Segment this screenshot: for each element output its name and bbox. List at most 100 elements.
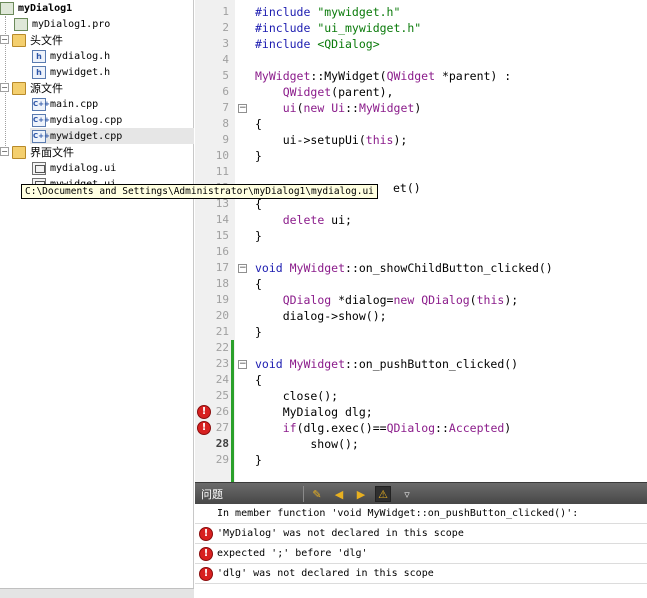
code-line[interactable]: 4 xyxy=(195,52,647,68)
tree-item-label: mydialog.cpp xyxy=(50,114,123,126)
collapse-forms-toggle[interactable]: − xyxy=(0,147,9,156)
code-line[interactable]: 22 xyxy=(195,340,647,356)
collapse-sources-toggle[interactable]: − xyxy=(0,83,9,92)
tree-item-pro-file[interactable]: myDialog1.pro xyxy=(14,16,110,32)
toolbar-separator xyxy=(303,486,304,502)
code-line[interactable]: 9 ui->setupUi(this); xyxy=(195,132,647,148)
line-number: 14 xyxy=(215,213,229,226)
issues-toolbar: 问题 ✎ ◀ ▶ ⚠ ▿ xyxy=(195,482,647,504)
tree-folder-forms[interactable]: 界面文件 xyxy=(12,144,74,160)
code-text: ui(new Ui::MyWidget) xyxy=(255,100,422,116)
previous-issue-icon[interactable]: ◀ xyxy=(331,486,347,502)
next-issue-icon[interactable]: ▶ xyxy=(353,486,369,502)
code-token: ::on_pushButton_clicked() xyxy=(345,357,519,371)
tree-item-mywidget-h[interactable]: h mywidget.h xyxy=(32,64,110,80)
tree-item-main-cpp[interactable]: C++ main.cpp xyxy=(32,96,98,112)
code-line[interactable]: 27! if(dlg.exec()==QDialog::Accepted) xyxy=(195,420,647,436)
line-number: 17 xyxy=(215,261,229,274)
code-line[interactable]: 7− ui(new Ui::MyWidget) xyxy=(195,100,647,116)
code-token: } xyxy=(255,325,262,339)
code-text: #include "ui_mywidget.h" xyxy=(255,20,421,36)
code-text: #include <QDialog> xyxy=(255,36,380,52)
code-line[interactable]: 28 show(); xyxy=(195,436,647,452)
code-line[interactable]: 8{ xyxy=(195,116,647,132)
code-token: ui; xyxy=(324,213,352,227)
code-line[interactable]: 11 xyxy=(195,164,647,180)
line-number: 9 xyxy=(222,133,229,146)
fold-toggle-icon[interactable]: − xyxy=(238,360,247,369)
collapse-headers-toggle[interactable]: − xyxy=(0,35,9,44)
tree-item-mydialog-ui[interactable]: mydialog.ui xyxy=(32,160,116,176)
code-editor[interactable]: 1 #include "mywidget.h" 2 #include "ui_mywi… xyxy=(195,0,647,482)
tree-folder-sources[interactable]: 源文件 xyxy=(12,80,63,96)
code-line[interactable]: 1 #include "mywidget.h" xyxy=(195,4,647,20)
code-token: ( xyxy=(469,293,477,307)
clear-issues-icon[interactable]: ✎ xyxy=(309,486,325,502)
code-line[interactable]: 26! MyDialog dlg; xyxy=(195,404,647,420)
code-line[interactable]: 25 close(); xyxy=(195,388,647,404)
filter-icon[interactable]: ▿ xyxy=(399,486,415,502)
code-line[interactable]: 10} xyxy=(195,148,647,164)
fold-toggle-icon[interactable]: − xyxy=(238,264,247,273)
tree-item-mywidget-cpp[interactable]: C++ mywidget.cpp xyxy=(30,128,194,144)
line-number: 15 xyxy=(215,229,229,242)
issues-list[interactable]: In member function 'void MyWidget::on_pu… xyxy=(195,504,647,598)
code-text: if(dlg.exec()==QDialog::Accepted) xyxy=(255,420,512,436)
code-line[interactable]: 24 { xyxy=(195,372,647,388)
code-line[interactable]: 18 { xyxy=(195,276,647,292)
code-line[interactable]: 5 MyWidget::MyWidget(QWidget *parent) : xyxy=(195,68,647,84)
tree-item-label: 头文件 xyxy=(30,34,63,47)
code-token: :: xyxy=(435,421,449,435)
code-line[interactable]: 6 QWidget(parent), xyxy=(195,84,647,100)
code-text: void MyWidget::on_showChildButton_clicke… xyxy=(255,260,553,276)
code-line[interactable]: 17− void MyWidget::on_showChildButton_cli… xyxy=(195,260,647,276)
tree-project-root[interactable]: myDialog1 xyxy=(0,0,72,16)
code-line[interactable]: 15} xyxy=(195,228,647,244)
folder-icon xyxy=(12,81,26,95)
code-line[interactable]: 23− void MyWidget::on_pushButton_clicked(… xyxy=(195,356,647,372)
code-token: delete xyxy=(282,213,325,227)
code-token: { xyxy=(255,373,262,387)
code-token: QDialog xyxy=(282,293,332,307)
code-token: QWidget xyxy=(386,69,436,83)
line-number: 11 xyxy=(215,165,229,178)
tree-status-bar xyxy=(0,588,194,598)
tree-item-mydialog-h[interactable]: h mydialog.h xyxy=(32,48,110,64)
error-marker-icon[interactable]: ! xyxy=(197,421,211,435)
fold-toggle-icon[interactable]: − xyxy=(238,104,247,113)
tree-item-label: mydialog.h xyxy=(50,50,111,62)
line-number: 5 xyxy=(222,69,229,82)
code-token: et() xyxy=(393,181,421,195)
tree-folder-headers[interactable]: 头文件 xyxy=(12,32,63,48)
issue-row[interactable]: ! expected ';' before 'dlg' xyxy=(195,544,647,564)
code-text: QWidget(parent), xyxy=(255,84,394,100)
code-line[interactable]: 20 dialog->show(); xyxy=(195,308,647,324)
issue-text: 'MyDialog' was not declared in this scop… xyxy=(217,528,464,539)
code-token: MyWidget xyxy=(289,357,346,371)
issue-row[interactable]: ! 'dlg' was not declared in this scope xyxy=(195,564,647,584)
code-line[interactable]: 14 delete ui; xyxy=(195,212,647,228)
code-token: (parent), xyxy=(331,85,394,99)
file-path-tooltip: C:\Documents and Settings\Administrator\… xyxy=(21,184,378,199)
code-line[interactable]: 16 xyxy=(195,244,647,260)
code-line[interactable]: 19 QDialog *dialog=new QDialog(this); xyxy=(195,292,647,308)
code-token: "ui_mywidget.h" xyxy=(317,21,422,35)
line-number: 21 xyxy=(215,325,229,338)
code-line[interactable]: 3 #include <QDialog> xyxy=(195,36,647,52)
error-marker-icon[interactable]: ! xyxy=(197,405,211,419)
issue-row[interactable]: ! 'MyDialog' was not declared in this sc… xyxy=(195,524,647,544)
code-line[interactable]: 29} xyxy=(195,452,647,468)
line-number: 18 xyxy=(215,277,229,290)
code-text: et() xyxy=(393,180,421,196)
code-token: #include xyxy=(255,5,318,19)
tree-item-mydialog-cpp[interactable]: C++ mydialog.cpp xyxy=(32,112,122,128)
code-token: QDialog xyxy=(421,293,470,307)
warning-filter-icon[interactable]: ⚠ xyxy=(375,486,391,502)
code-token: *parent) : xyxy=(435,69,512,83)
code-line[interactable]: 21} xyxy=(195,324,647,340)
code-line[interactable]: 2 #include "ui_mywidget.h" xyxy=(195,20,647,36)
project-tree[interactable]: myDialog1 myDialog1.pro − 头文件 h mydialog… xyxy=(0,0,194,598)
cpp-file-icon: C++ xyxy=(32,113,50,127)
code-token: { xyxy=(255,277,262,291)
issue-context-row[interactable]: In member function 'void MyWidget::on_pu… xyxy=(195,504,647,524)
